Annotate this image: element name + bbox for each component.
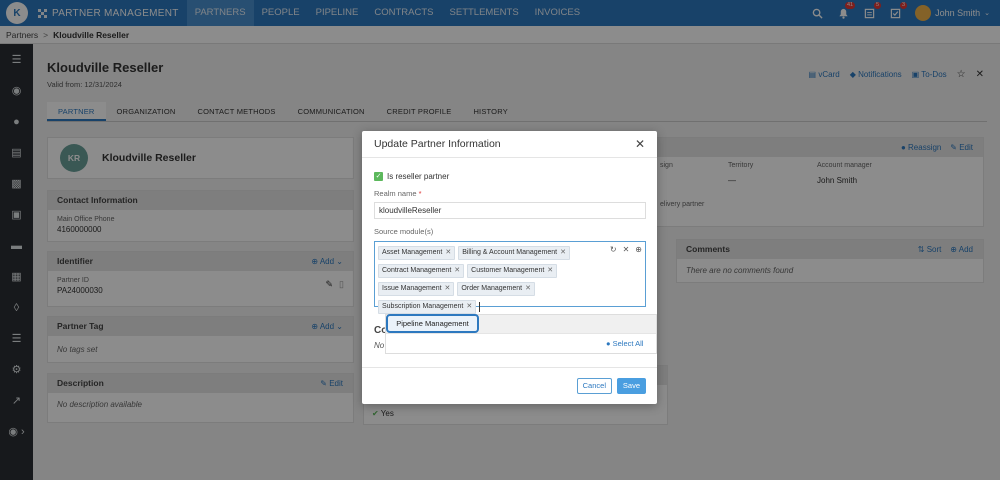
chip-label: Issue Management	[382, 285, 442, 292]
plus-circle-icon[interactable]: ⊕	[635, 245, 642, 254]
chip-customer-management: Customer Management ✕	[467, 264, 558, 278]
checkbox-checked-icon[interactable]: ✓	[374, 172, 383, 181]
modal-header: Update Partner Information ✕	[362, 131, 657, 158]
remove-chip-icon[interactable]: ✕	[454, 267, 460, 274]
dropdown-option-pipeline-management[interactable]: Pipeline Management	[386, 314, 479, 333]
select-all-button[interactable]: ● Select All	[606, 339, 643, 348]
refresh-icon[interactable]: ↻	[610, 245, 617, 254]
source-modules-label: Source module(s)	[374, 227, 434, 236]
chip-asset-management: Asset Management ✕	[378, 246, 456, 260]
clear-icon[interactable]: ✕	[623, 245, 630, 254]
close-icon[interactable]: ✕	[635, 137, 645, 151]
remove-chip-icon[interactable]: ✕	[466, 303, 472, 310]
remove-chip-icon[interactable]: ✕	[445, 285, 451, 292]
chip-issue-management: Issue Management ✕	[378, 282, 455, 296]
chip-subscription-management: Subscription Management ✕	[378, 300, 477, 314]
realm-name-input[interactable]: kloudvilleReseller	[374, 202, 646, 219]
source-modules-multiselect[interactable]: Asset Management ✕ Billing & Account Mana…	[374, 241, 646, 314]
remove-chip-icon[interactable]: ✕	[445, 249, 451, 256]
reseller-checkbox-label: Is reseller partner	[387, 172, 450, 181]
cancel-button[interactable]: Cancel	[576, 378, 612, 394]
text-cursor	[479, 302, 481, 312]
realm-name-label: Realm name *	[374, 189, 657, 198]
required-marker: *	[418, 189, 422, 198]
chip-billing-account-management: Billing & Account Management ✕	[458, 246, 571, 260]
chip-label: Order Management	[461, 285, 523, 292]
modal-footer: Cancel Save	[362, 367, 657, 404]
chip-label: Customer Management	[471, 267, 545, 274]
modal-title: Update Partner Information	[374, 138, 501, 150]
remove-chip-icon[interactable]: ✕	[560, 249, 566, 256]
reseller-checkbox-row[interactable]: ✓ Is reseller partner	[374, 172, 657, 181]
chip-order-management: Order Management ✕	[457, 282, 535, 296]
selected-chips: Asset Management ✕ Billing & Account Mana…	[378, 245, 610, 317]
chip-label: Subscription Management	[382, 303, 464, 310]
behind-no-text: No	[374, 341, 385, 350]
realm-name-label-text: Realm name	[374, 189, 417, 198]
remove-chip-icon[interactable]: ✕	[525, 285, 531, 292]
remove-chip-icon[interactable]: ✕	[547, 267, 553, 274]
chip-contract-management: Contract Management ✕	[378, 264, 465, 278]
chip-label: Billing & Account Management	[462, 249, 558, 256]
chip-label: Contract Management	[382, 267, 452, 274]
multiselect-controls: ↻ ✕ ⊕	[610, 245, 642, 254]
chip-label: Asset Management	[382, 249, 443, 256]
update-partner-modal: Update Partner Information ✕ ✓ Is resell…	[362, 131, 657, 404]
select-all-label: Select All	[612, 339, 644, 348]
save-button[interactable]: Save	[616, 378, 646, 394]
user-icon: ●	[606, 339, 611, 348]
